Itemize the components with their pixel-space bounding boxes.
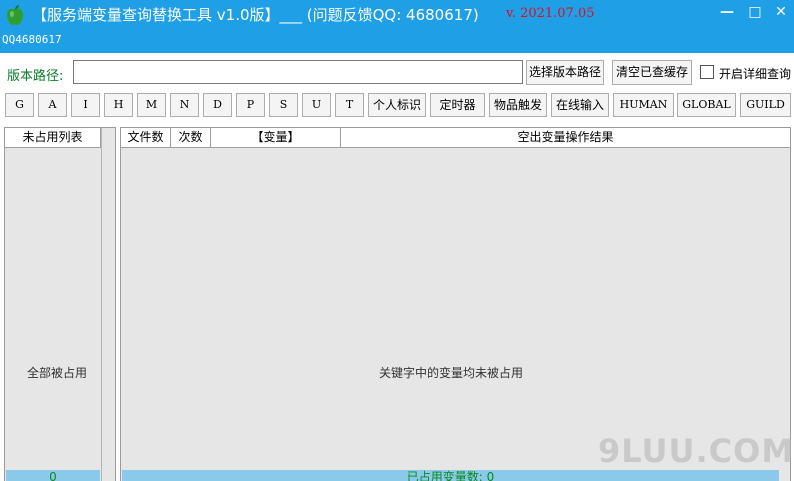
filter-button-n[interactable]: N (170, 93, 199, 117)
window-title: 【服务端变量查询替换工具 v1.0版】___ (问题反馈QQ: 4680617) (32, 6, 479, 24)
filter-button-a[interactable]: A (38, 93, 67, 117)
column-file-count[interactable]: 文件数 (121, 128, 171, 148)
filter-button-h[interactable]: H (104, 93, 133, 117)
results-panel[interactable]: 文件数 次数 【变量】 空出变量操作结果 关键字中的变量均未被占用 已占用变量数… (120, 127, 791, 481)
results-empty-message: 关键字中的变量均未被占用 (379, 366, 524, 380)
filter-button-global[interactable]: GLOBAL (677, 93, 736, 117)
detail-query-label: 开启详细查询 (719, 67, 792, 81)
filter-button-human[interactable]: HUMAN (613, 93, 674, 117)
filter-button-p[interactable]: P (236, 93, 265, 117)
filter-button-timer[interactable]: 定时器 (430, 93, 485, 117)
left-empty-message: 全部被占用 (27, 366, 88, 380)
filter-button-u[interactable]: U (302, 93, 331, 117)
main-client-area: 版本路径: 选择版本路径 清空已查缓存 开启详细查询 G A I H M N D… (0, 53, 794, 481)
unused-list-panel[interactable]: 未占用列表 全部被占用 0 (4, 127, 116, 481)
filter-button-d[interactable]: D (203, 93, 232, 117)
unused-list-header[interactable]: 未占用列表 (5, 128, 101, 148)
filter-button-personal-id[interactable]: 个人标识 (368, 93, 426, 117)
column-times[interactable]: 次数 (171, 128, 211, 148)
path-label: 版本路径: (7, 69, 64, 84)
close-button[interactable]: ✕ (770, 3, 792, 21)
filter-button-guild[interactable]: GUILD (740, 93, 791, 117)
filter-button-g[interactable]: G (5, 93, 34, 117)
filter-button-s[interactable]: S (269, 93, 298, 117)
filter-button-m[interactable]: M (137, 93, 166, 117)
left-scrollbar[interactable] (101, 128, 115, 481)
filter-button-i[interactable]: I (71, 93, 100, 117)
used-variable-count: 已占用变量数: 0 (122, 470, 779, 481)
filter-button-online-input[interactable]: 在线输入 (551, 93, 609, 117)
detail-query-checkbox[interactable] (700, 65, 714, 79)
unused-count: 0 (6, 470, 100, 481)
window-subtitle: QQ4680617 (2, 33, 62, 46)
column-variable[interactable]: 【变量】 (211, 128, 341, 148)
path-input[interactable] (73, 60, 523, 84)
title-bar: 【服务端变量查询替换工具 v1.0版】___ (问题反馈QQ: 4680617)… (0, 0, 794, 30)
filter-button-item-trigger[interactable]: 物品触发 (489, 93, 547, 117)
apple-icon (7, 5, 23, 25)
maximize-button[interactable]: □ (744, 3, 766, 21)
clear-cache-button[interactable]: 清空已查缓存 (612, 60, 692, 85)
column-result[interactable]: 空出变量操作结果 (341, 128, 790, 148)
watermark-logo: 9LUU.COM (598, 432, 794, 470)
filter-button-t[interactable]: T (335, 93, 364, 117)
select-path-button[interactable]: 选择版本路径 (526, 60, 604, 85)
minimize-button[interactable]: — (716, 3, 738, 21)
version-date: v. 2021.07.05 (506, 6, 595, 21)
